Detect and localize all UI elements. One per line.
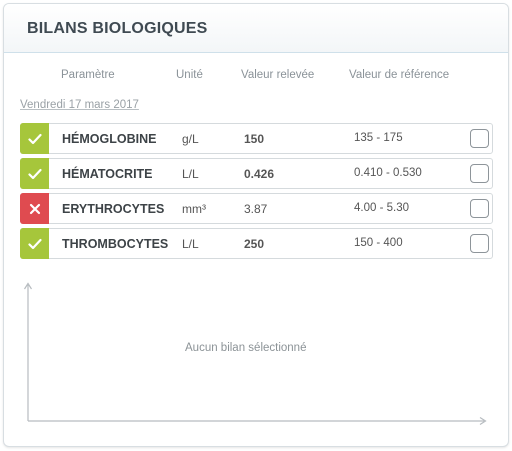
panel-header: BILANS BIOLOGIQUES bbox=[4, 4, 508, 53]
column-header-unit: Unité bbox=[176, 69, 203, 81]
panel-title: BILANS BIOLOGIQUES bbox=[27, 20, 208, 37]
row-value: 3.87 bbox=[244, 202, 268, 216]
column-header-reference: Valeur de référence bbox=[349, 69, 450, 81]
row-select-checkbox[interactable] bbox=[470, 234, 489, 253]
column-header-value: Valeur relevée bbox=[241, 69, 315, 81]
row-select-checkbox[interactable] bbox=[470, 164, 489, 183]
status-ok-indicator bbox=[20, 158, 49, 189]
row-reference: 150 - 400 bbox=[354, 237, 403, 249]
row-parameter-name: ERYTHROCYTES bbox=[62, 202, 165, 216]
row-unit: g/L bbox=[182, 132, 199, 146]
result-row: ERYTHROCYTES mm³ 3.87 4.00 - 5.30 bbox=[20, 193, 493, 224]
row-value: 250 bbox=[244, 237, 265, 251]
row-parameter-name: HÉMOGLOBINE bbox=[62, 132, 157, 146]
check-icon bbox=[27, 238, 42, 249]
row-value: 150 bbox=[244, 132, 265, 146]
row-unit: L/L bbox=[182, 237, 199, 251]
row-value: 0.426 bbox=[244, 167, 275, 181]
check-icon bbox=[27, 133, 42, 144]
results-list: HÉMOGLOBINE g/L 150 135 - 175 HÉMATOCRIT… bbox=[20, 123, 493, 263]
status-bad-indicator bbox=[20, 193, 49, 224]
row-select-checkbox[interactable] bbox=[470, 129, 489, 148]
status-ok-indicator bbox=[20, 123, 49, 154]
status-ok-indicator bbox=[20, 228, 49, 259]
row-reference: 4.00 - 5.30 bbox=[354, 202, 409, 214]
row-unit: mm³ bbox=[182, 202, 206, 216]
empty-chart-message: Aucun bilan sélectionné bbox=[185, 342, 307, 354]
row-reference: 0.410 - 0.530 bbox=[354, 167, 422, 179]
row-reference: 135 - 175 bbox=[354, 132, 403, 144]
row-parameter-name: THROMBOCYTES bbox=[62, 237, 169, 251]
cross-icon bbox=[29, 203, 40, 214]
row-unit: L/L bbox=[182, 167, 199, 181]
date-label: Vendredi 17 mars 2017 bbox=[20, 99, 139, 111]
result-row: HÉMOGLOBINE g/L 150 135 - 175 bbox=[20, 123, 493, 154]
result-row: HÉMATOCRITE L/L 0.426 0.410 - 0.530 bbox=[20, 158, 493, 189]
result-row: THROMBOCYTES L/L 250 150 - 400 bbox=[20, 228, 493, 259]
row-select-checkbox[interactable] bbox=[470, 199, 489, 218]
row-parameter-name: HÉMATOCRITE bbox=[62, 167, 153, 181]
biology-panel: BILANS BIOLOGIQUES Paramètre Unité Valeu… bbox=[3, 3, 509, 447]
column-header-parameter: Paramètre bbox=[61, 69, 115, 81]
check-icon bbox=[27, 168, 42, 179]
